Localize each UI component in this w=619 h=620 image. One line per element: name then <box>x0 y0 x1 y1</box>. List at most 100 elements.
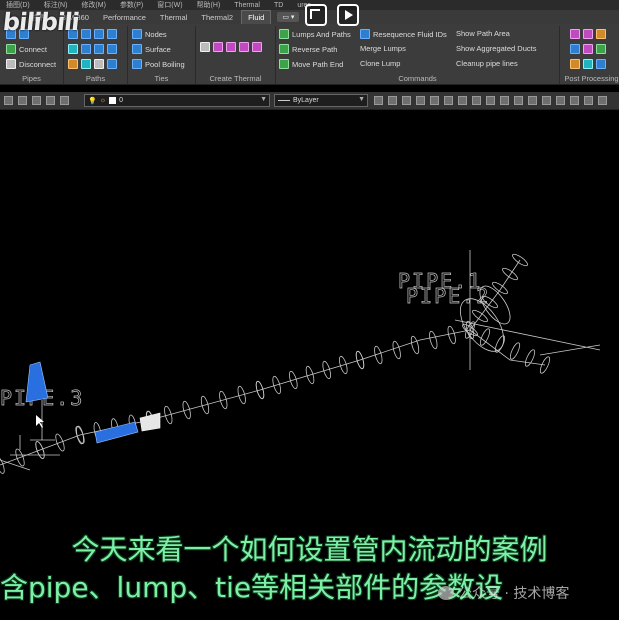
path-grid-icon[interactable] <box>94 44 104 54</box>
paths-row-2 <box>68 44 117 54</box>
menu-item-thermal[interactable]: Thermal <box>234 2 260 9</box>
thermal-tie-icon[interactable] <box>239 42 249 52</box>
move-path-end-button[interactable]: Move Path End <box>279 59 343 69</box>
post-report-icon[interactable] <box>596 59 606 69</box>
thermal-heater-icon[interactable] <box>226 42 236 52</box>
resequence-fluid-ids-button[interactable]: Resequence Fluid IDs <box>360 29 447 39</box>
path-play-icon[interactable] <box>68 44 78 54</box>
view-tool-icon[interactable] <box>542 96 551 105</box>
layer-tool-icon[interactable] <box>4 96 13 105</box>
menu-item-window[interactable]: 窗口(W) <box>157 0 182 10</box>
layer-tool-icon[interactable] <box>60 96 69 105</box>
view-tool-icon[interactable] <box>584 96 593 105</box>
layer-value: 0 <box>119 97 124 104</box>
layer-dropdown[interactable]: 💡 ☼ 0 ▼ <box>84 94 270 107</box>
lump-selected[interactable] <box>139 412 161 432</box>
tab-thermal2[interactable]: Thermal2 <box>195 11 239 24</box>
chevron-down-icon: ▼ <box>358 96 365 103</box>
view-tool-icon[interactable] <box>374 96 383 105</box>
linetype-value: ByLayer <box>293 97 319 104</box>
disconnect-button[interactable]: Disconnect <box>6 59 56 69</box>
thermal-conductor-icon[interactable] <box>213 42 223 52</box>
wechat-icon <box>438 586 454 600</box>
show-path-area-button[interactable]: Show Path Area <box>456 29 510 38</box>
view-tool-icon[interactable] <box>430 96 439 105</box>
ribbon-display-toggle[interactable]: ▭ ▾ <box>277 12 300 22</box>
panel-create-thermal: Create Thermal <box>196 26 276 85</box>
view-tool-icon[interactable] <box>472 96 481 105</box>
reverse-path-icon <box>279 44 289 54</box>
view-tool-icon[interactable] <box>570 96 579 105</box>
view-tool-icon[interactable] <box>486 96 495 105</box>
panel-post-processing: Post Processing <box>564 26 619 85</box>
path-flow-icon[interactable] <box>68 59 78 69</box>
disconnect-icon <box>6 59 16 69</box>
menu-item-parametric[interactable]: 参数(P) <box>120 0 143 10</box>
post-contour-icon[interactable] <box>570 29 580 39</box>
view-tool-icon[interactable] <box>416 96 425 105</box>
pipe-ring <box>429 330 438 350</box>
subtitle-line-1: 今天来看一个如何设置管内流动的案例 <box>71 533 548 566</box>
lumps-and-paths-button[interactable]: Lumps And Paths <box>279 29 351 39</box>
post-legend-icon[interactable] <box>596 29 606 39</box>
pipe-2-label: PIPE.2 <box>406 284 490 308</box>
post-export-icon[interactable] <box>570 59 580 69</box>
layer-tool-icon[interactable] <box>46 96 55 105</box>
lump-cone-highlight[interactable] <box>94 421 139 444</box>
thermal-surface-icon[interactable] <box>252 42 262 52</box>
paths-row-3 <box>68 59 117 69</box>
fullscreen-exit-icon[interactable] <box>305 4 327 26</box>
layer-tool-icon[interactable] <box>32 96 41 105</box>
thermal-node-icon[interactable] <box>200 42 210 52</box>
path-forward-icon[interactable] <box>81 29 91 39</box>
path-check-icon[interactable] <box>81 59 91 69</box>
menu-item-modify[interactable]: 修改(M) <box>81 0 106 10</box>
create-thermal-row <box>200 42 262 52</box>
reverse-path-button[interactable]: Reverse Path <box>279 44 337 54</box>
view-tool-icon[interactable] <box>556 96 565 105</box>
path-duct-icon[interactable] <box>107 29 117 39</box>
post-graph-icon[interactable] <box>570 44 580 54</box>
panel-ties: Nodes Surface Pool Boiling Ties <box>128 26 196 85</box>
view-tool-icon[interactable] <box>514 96 523 105</box>
cleanup-pipe-lines-button[interactable]: Cleanup pipe lines <box>456 59 518 68</box>
connect-button[interactable]: Connect <box>6 44 47 54</box>
view-tool-icon[interactable] <box>500 96 509 105</box>
play-icon[interactable] <box>337 4 359 26</box>
mouse-cursor-icon <box>36 415 44 428</box>
tab-fluid[interactable]: Fluid <box>241 10 272 24</box>
view-tool-icon[interactable] <box>444 96 453 105</box>
menu-item-td[interactable]: TD <box>274 2 283 9</box>
post-color-icon[interactable] <box>583 44 593 54</box>
merge-lumps-button[interactable]: Merge Lumps <box>360 44 406 53</box>
path-valve-icon[interactable] <box>94 59 104 69</box>
view-tool-icon[interactable] <box>402 96 411 105</box>
post-plot-icon[interactable] <box>583 29 593 39</box>
path-edit-icon[interactable] <box>107 59 117 69</box>
view-tool-icon[interactable] <box>458 96 467 105</box>
layer-tool-icon[interactable] <box>18 96 27 105</box>
tab-performance[interactable]: Performance <box>97 11 152 24</box>
clone-lump-button[interactable]: Clone Lump <box>360 59 400 68</box>
menu-item-help[interactable]: 帮助(H) <box>197 0 221 10</box>
path-arrow-icon[interactable] <box>81 44 91 54</box>
line-swatch-icon <box>278 100 290 101</box>
view-tool-icon[interactable] <box>528 96 537 105</box>
show-aggregated-ducts-button[interactable]: Show Aggregated Ducts <box>456 44 536 53</box>
pipe-ring <box>410 335 420 355</box>
path-tube-icon[interactable] <box>94 29 104 39</box>
view-tool-icon[interactable] <box>598 96 607 105</box>
linetype-dropdown[interactable]: ByLayer ▼ <box>274 94 368 107</box>
tab-thermal[interactable]: Thermal <box>154 11 194 24</box>
pool-boiling-button[interactable]: Pool Boiling <box>132 59 185 69</box>
lump-cone-highlight[interactable] <box>25 361 49 403</box>
path-list-icon[interactable] <box>107 44 117 54</box>
post-data-icon[interactable] <box>596 44 606 54</box>
post-anim-icon[interactable] <box>583 59 593 69</box>
nodes-button[interactable]: Nodes <box>132 29 167 39</box>
panel-title-post-processing: Post Processing <box>564 74 619 83</box>
connect-icon <box>6 44 16 54</box>
view-tool-icon[interactable] <box>388 96 397 105</box>
surface-button[interactable]: Surface <box>132 44 171 54</box>
post-row-1 <box>570 29 606 39</box>
